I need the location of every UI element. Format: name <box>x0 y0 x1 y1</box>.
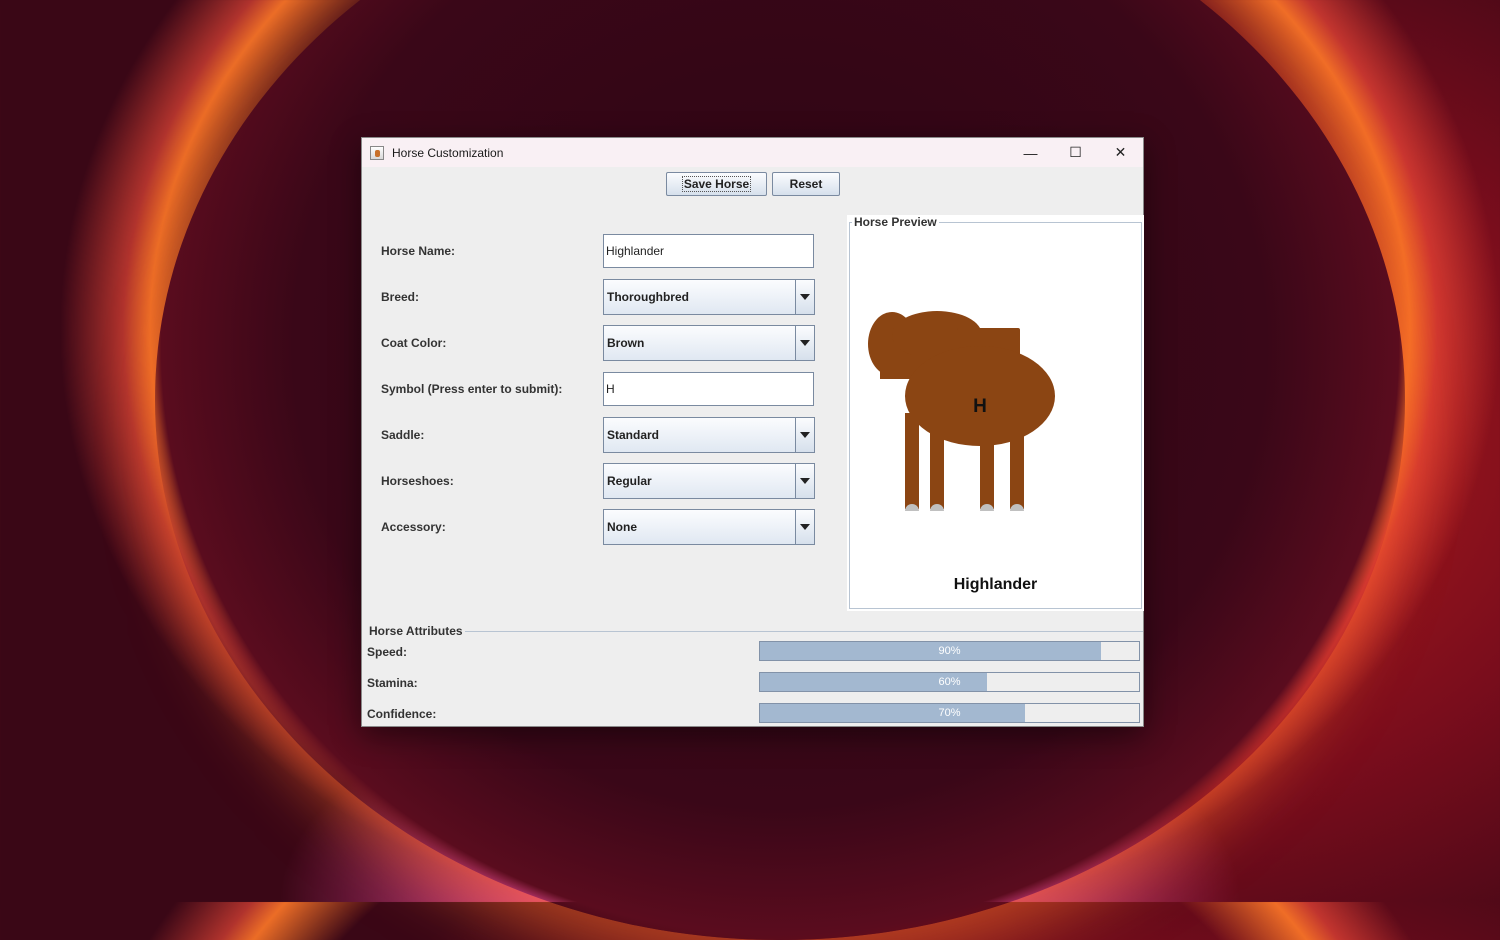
chevron-down-icon[interactable] <box>795 510 814 544</box>
saddle-selected-value: Standard <box>607 428 660 442</box>
coat-color-label: Coat Color: <box>381 336 447 350</box>
save-horse-label: Save Horse <box>681 176 752 192</box>
horse-figure <box>868 311 1055 511</box>
chevron-down-icon[interactable] <box>795 464 814 498</box>
reset-button[interactable]: Reset <box>772 172 840 196</box>
stamina-label: Stamina: <box>367 676 418 690</box>
toolbar: Save Horse Reset <box>362 172 1143 198</box>
attributes-title: Horse Attributes <box>367 624 465 638</box>
horse-leg-1 <box>905 413 919 509</box>
speed-percent: 90% <box>938 645 961 657</box>
horseshoes-label: Horseshoes: <box>381 474 454 488</box>
symbol-label: Symbol (Press enter to submit): <box>381 382 563 396</box>
close-icon: ✕ <box>1114 144 1127 160</box>
breed-label: Breed: <box>381 290 420 304</box>
symbol-input[interactable]: H <box>603 372 814 406</box>
chevron-down-icon[interactable] <box>795 418 814 452</box>
maximize-icon: ☐ <box>1069 144 1082 160</box>
stamina-progress-bar: 60% <box>759 672 1140 692</box>
horse-preview-panel: Horse Preview H Highlander <box>847 215 1144 611</box>
coat-color-select[interactable]: Brown <box>603 325 815 361</box>
minimize-button[interactable]: — <box>1008 138 1053 167</box>
preview-horse-name: Highlander <box>953 576 1038 593</box>
horse-customization-window: Horse Customization — ☐ ✕ Save Horse Res… <box>361 137 1144 727</box>
saddle-select[interactable]: Standard <box>603 417 815 453</box>
saddle-label: Saddle: <box>381 428 425 442</box>
horseshoes-selected-value: Regular <box>607 474 652 488</box>
horse-leg-3 <box>980 433 994 509</box>
speed-label: Speed: <box>367 645 408 659</box>
accessory-selected-value: None <box>607 520 637 534</box>
chevron-down-icon[interactable] <box>795 326 814 360</box>
chevron-down-icon[interactable] <box>795 280 814 314</box>
accessory-select[interactable]: None <box>603 509 815 545</box>
horse-drawing: H <box>868 311 1055 511</box>
close-button[interactable]: ✕ <box>1098 138 1143 167</box>
save-horse-button[interactable]: Save Horse <box>666 172 767 196</box>
coat-color-selected-value: Brown <box>607 336 645 350</box>
confidence-progress-bar: 70% <box>759 703 1140 723</box>
accessory-label: Accessory: <box>381 520 446 534</box>
horse-leg-2 <box>930 433 944 509</box>
horse-leg-4 <box>1010 433 1024 509</box>
breed-selected-value: Thoroughbred <box>607 290 689 304</box>
maximize-button[interactable]: ☐ <box>1053 138 1098 167</box>
window-title: Horse Customization <box>392 145 504 160</box>
confidence-percent: 70% <box>938 707 961 719</box>
horse-name-label: Horse Name: <box>381 244 456 258</box>
stamina-percent: 60% <box>938 676 961 688</box>
minimize-icon: — <box>1023 144 1038 161</box>
title-bar[interactable]: Horse Customization — ☐ ✕ <box>362 138 1143 167</box>
breed-select[interactable]: Thoroughbred <box>603 279 815 315</box>
java-app-icon <box>370 145 384 160</box>
horse-name-input[interactable]: Highlander <box>603 234 814 268</box>
horse-symbol: H <box>973 396 987 417</box>
speed-progress-bar: 90% <box>759 641 1140 661</box>
horseshoes-select[interactable]: Regular <box>603 463 815 499</box>
confidence-label: Confidence: <box>367 707 437 721</box>
